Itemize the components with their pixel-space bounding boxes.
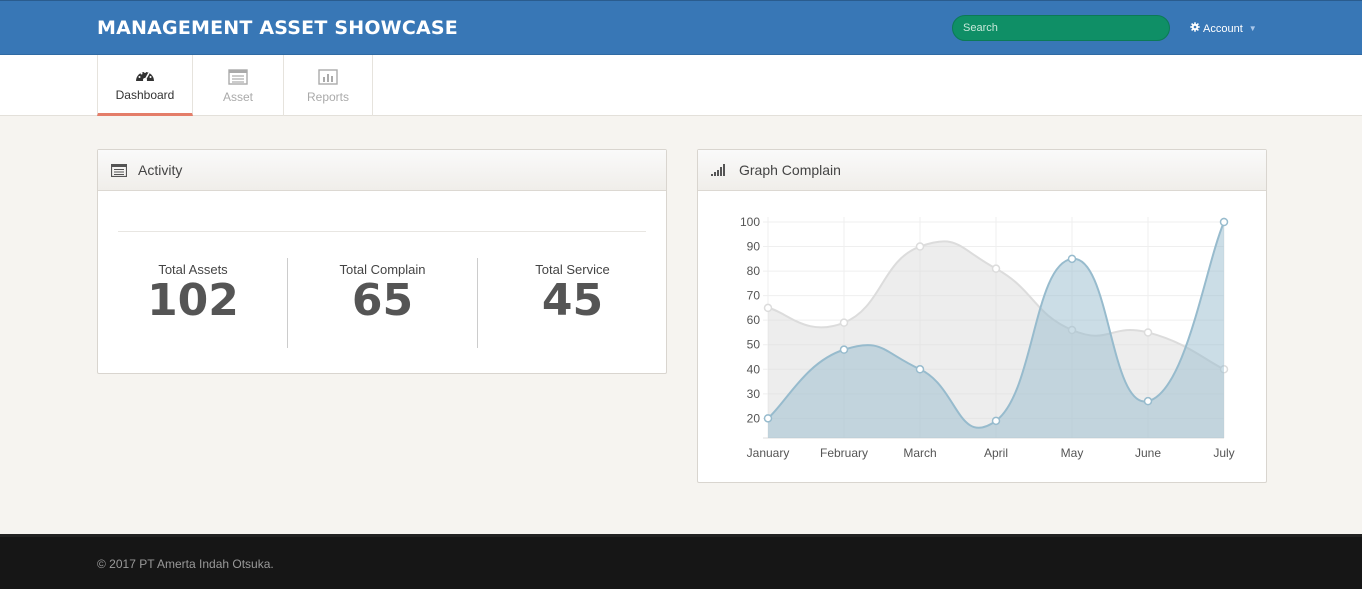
x-tick-label: February (820, 446, 868, 460)
chevron-down-icon: ▼ (1248, 24, 1257, 33)
activity-panel: Activity Total Assets 102 Total Complain… (97, 149, 667, 374)
signal-bars-icon (711, 164, 728, 176)
graph-title: Graph Complain (739, 162, 841, 178)
footer: © 2017 PT Amerta Indah Otsuka. (0, 534, 1362, 589)
list-icon (228, 68, 248, 86)
x-tick-label: January (747, 446, 790, 460)
tab-reports[interactable]: Reports (284, 55, 373, 116)
data-point (839, 345, 849, 354)
tab-dashboard[interactable]: Dashboard (97, 55, 193, 116)
list-icon (111, 163, 127, 177)
bar-chart-icon (318, 68, 338, 86)
copyright-text: © 2017 PT Amerta Indah Otsuka. (97, 557, 274, 571)
graph-complain-panel: Graph Complain 20 30 40 50 60 70 80 90 100 Januar… (697, 149, 1267, 483)
data-point (763, 303, 773, 313)
account-label: Account (1203, 22, 1243, 35)
gear-icon (1190, 22, 1200, 35)
data-point (839, 318, 849, 327)
tab-asset-label: Asset (222, 89, 253, 104)
activity-panel-header: Activity (98, 150, 666, 191)
data-point (991, 264, 1001, 273)
data-point (1067, 254, 1077, 264)
divider (118, 231, 646, 232)
account-menu[interactable]: Account ▼ (1190, 22, 1257, 35)
stat-total-assets: Total Assets 102 (98, 258, 288, 348)
y-tick-label: 40 (747, 362, 761, 376)
data-point (1219, 217, 1229, 227)
y-tick-label: 20 (747, 411, 761, 425)
data-point (1143, 328, 1153, 337)
y-tick-label: 70 (747, 289, 761, 303)
stat-value: 65 (351, 275, 414, 326)
section-tabs: Dashboard Asset Reports (0, 55, 1362, 116)
graph-panel-header: Graph Complain (698, 150, 1266, 191)
data-point (915, 365, 925, 374)
y-tick-label: 90 (747, 240, 761, 254)
y-tick-label: 30 (747, 387, 761, 401)
stat-value: 45 (541, 275, 604, 326)
tab-asset[interactable]: Asset (193, 55, 284, 116)
y-tick-label: 80 (747, 264, 761, 278)
y-tick-label: 50 (747, 338, 761, 352)
tab-reports-label: Reports (306, 89, 350, 104)
data-point (915, 242, 925, 251)
x-tick-label: May (1061, 446, 1084, 460)
y-tick-label: 60 (747, 313, 761, 327)
data-point (763, 414, 773, 423)
data-point (1143, 396, 1153, 406)
top-navbar: MANAGEMENT ASSET SHOWCASE Account ▼ (0, 0, 1362, 55)
x-tick-label: April (984, 446, 1008, 460)
complain-area-chart: 20 30 40 50 60 70 80 90 100 January February March A… (740, 215, 1235, 460)
x-tick-label: March (903, 446, 936, 460)
dashboard-gauge-icon (135, 66, 155, 84)
data-point (991, 416, 1001, 426)
activity-title: Activity (138, 162, 183, 178)
stat-total-service: Total Service 45 (477, 258, 667, 348)
app-title[interactable]: MANAGEMENT ASSET SHOWCASE (97, 17, 458, 39)
stat-total-complain: Total Complain 65 (287, 258, 477, 348)
x-tick-label: June (1135, 446, 1161, 460)
x-tick-label: July (1213, 446, 1234, 460)
y-tick-label: 100 (740, 215, 760, 229)
search-input[interactable] (952, 15, 1170, 41)
tab-dashboard-label: Dashboard (115, 88, 175, 102)
stat-value: 102 (147, 275, 239, 326)
